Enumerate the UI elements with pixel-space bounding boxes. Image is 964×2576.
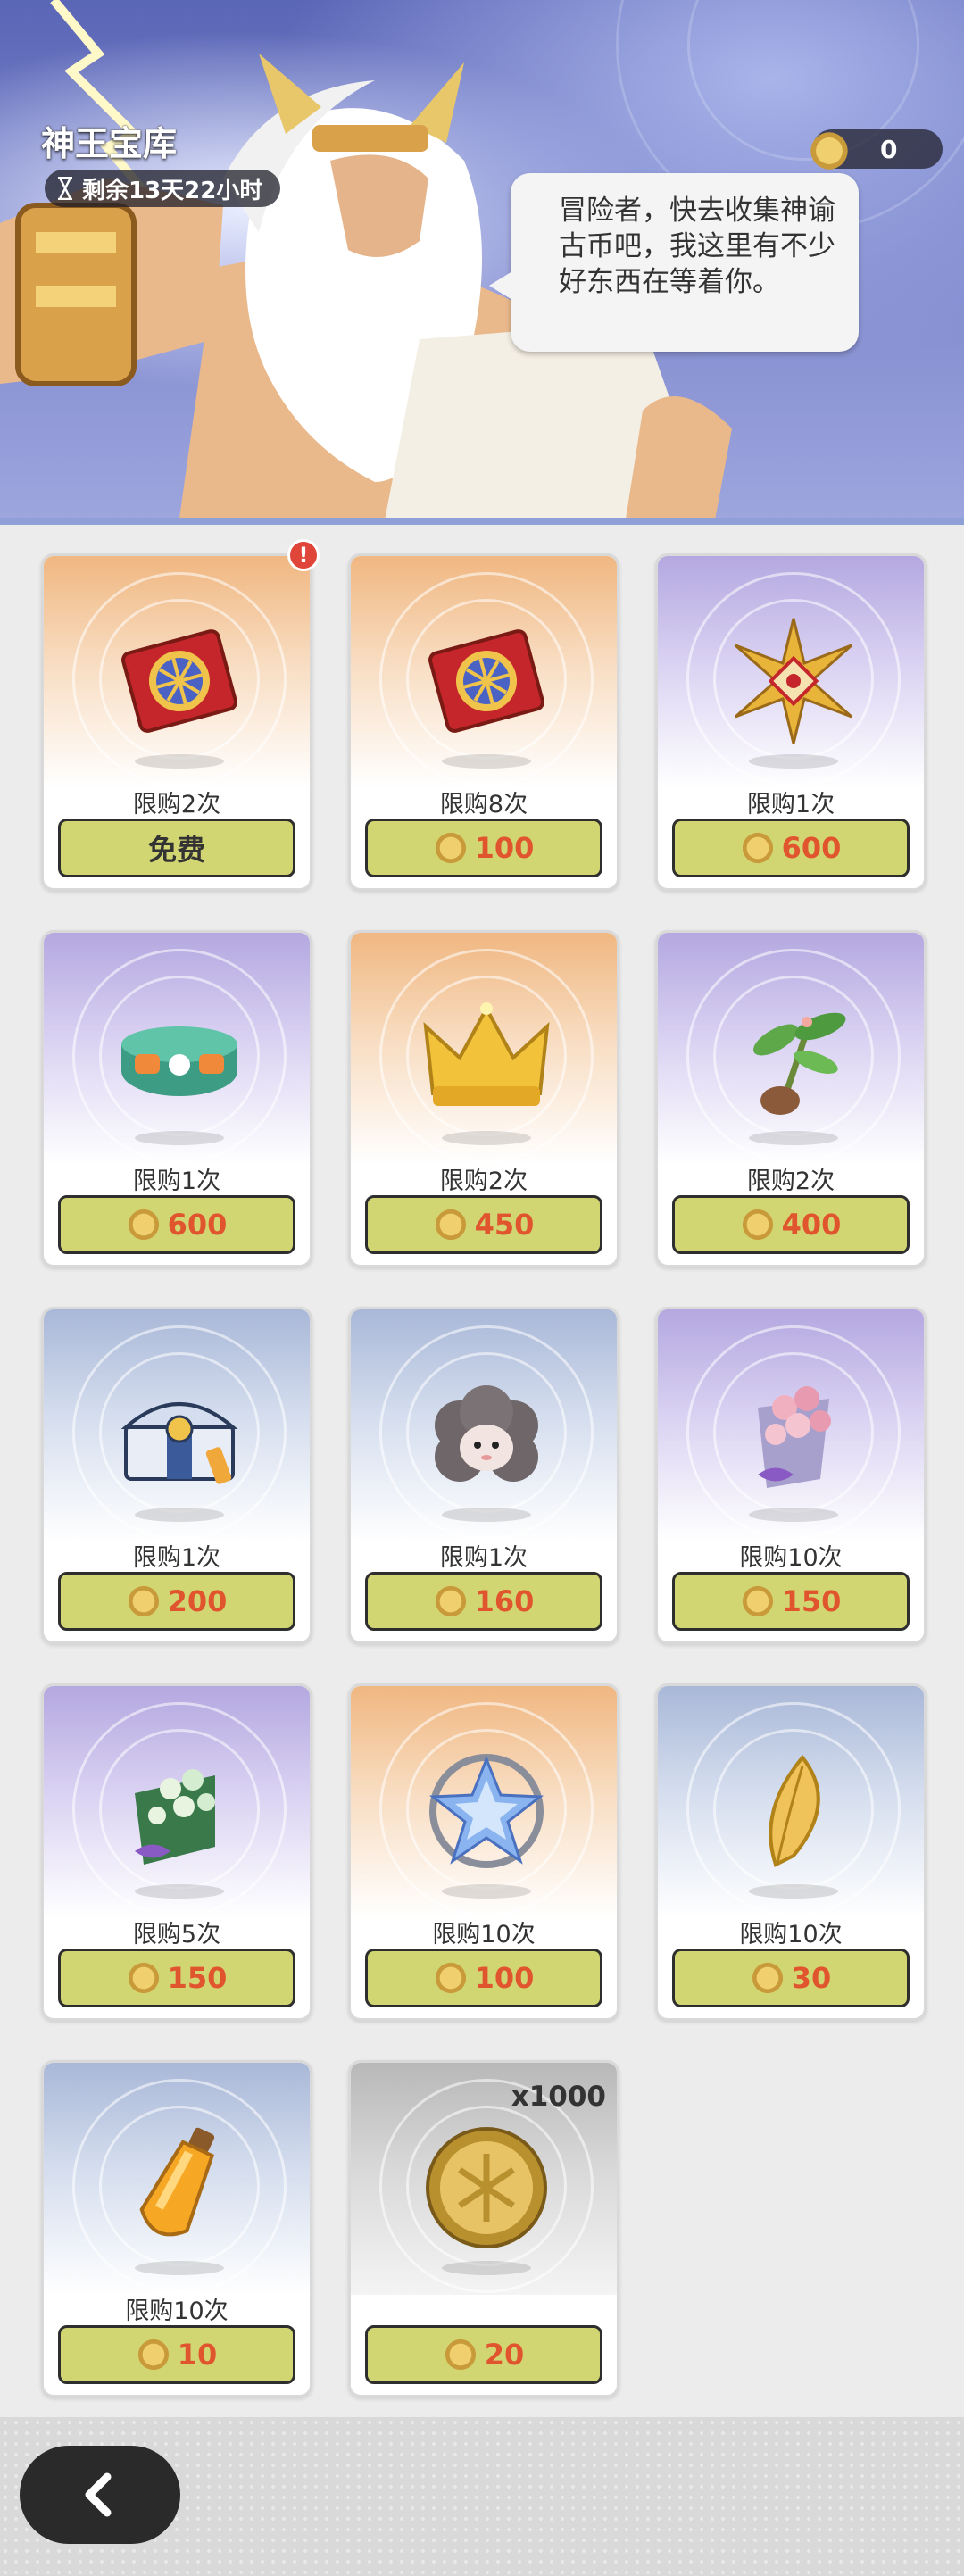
buy-button[interactable]: 150 xyxy=(58,1949,295,2007)
coin-icon xyxy=(435,832,466,864)
price-label: 450 xyxy=(474,1208,535,1242)
price-label: 免费 xyxy=(147,833,205,867)
shop-item-card[interactable]: 限购1次 600 xyxy=(41,930,312,1267)
ancient-coin-icon xyxy=(426,2127,547,2248)
alert-badge: ! xyxy=(287,539,320,571)
shop-item-card[interactable]: 限购1次 200 xyxy=(41,1307,312,1644)
purchase-limit: 限购2次 xyxy=(439,1168,528,1195)
shop-item-card[interactable]: 限购10次 150 xyxy=(655,1307,927,1644)
price-label: 600 xyxy=(167,1208,228,1242)
shop-item-card[interactable]: 限购10次 10 xyxy=(41,2060,312,2397)
coin-icon xyxy=(435,1585,466,1617)
purchase-limit: 限购10次 xyxy=(125,2298,229,2325)
price-label: 160 xyxy=(474,1584,535,1618)
shop-item-card[interactable]: 限购10次 100 xyxy=(348,1683,619,2021)
hourglass-icon xyxy=(58,177,72,200)
purchase-limit: 限购1次 xyxy=(132,1168,221,1195)
buy-button[interactable]: 200 xyxy=(58,1572,295,1631)
crown-icon xyxy=(423,1002,550,1106)
coin-icon xyxy=(128,1962,159,1994)
buy-button[interactable]: 10 xyxy=(58,2325,295,2384)
buy-button[interactable]: 600 xyxy=(672,819,910,877)
buy-button[interactable]: 600 xyxy=(58,1195,295,1254)
shop-item-card[interactable]: 限购8次 100 xyxy=(348,553,619,891)
price-label: 150 xyxy=(167,1961,228,1995)
bottom-bar xyxy=(0,2417,964,2576)
potion-vial-icon xyxy=(139,2127,215,2237)
coin-balance-value: 0 xyxy=(880,134,898,164)
event-timer: 剩余13天22小时 xyxy=(45,170,281,207)
purchase-limit: 限购10次 xyxy=(739,1921,843,1949)
ticket-icon xyxy=(121,629,237,733)
coin-icon xyxy=(137,2339,169,2371)
timer-text: 剩余13天22小时 xyxy=(82,177,263,204)
price-label: 150 xyxy=(781,1584,842,1618)
coin-icon xyxy=(810,132,848,170)
npc-speech-bubble: 冒险者，快去收集神谕古币吧，我这里有不少好东西在等着你。 xyxy=(489,173,859,352)
coin-icon xyxy=(435,1209,466,1241)
coin-icon xyxy=(742,1209,773,1241)
coin-icon xyxy=(742,832,773,864)
buy-button[interactable]: 400 xyxy=(672,1195,910,1254)
sapling-icon xyxy=(753,1012,846,1115)
buy-button[interactable]: 100 xyxy=(365,819,602,877)
shop-item-card[interactable]: 限购2次 400 xyxy=(655,930,927,1267)
purchase-limit: 限购10次 xyxy=(432,1921,536,1949)
sheep-plush-icon xyxy=(435,1385,538,1482)
shop-item-card[interactable]: x1000 20 xyxy=(348,2060,619,2397)
purchase-limit: 限购2次 xyxy=(132,791,221,819)
coin-icon xyxy=(128,1209,159,1241)
purchase-limit: 限购1次 xyxy=(746,791,835,819)
price-label: 600 xyxy=(781,831,842,865)
coin-icon xyxy=(445,2339,476,2371)
coin-icon xyxy=(752,1962,783,1994)
coin-icon xyxy=(128,1585,159,1617)
price-label: 10 xyxy=(177,2338,218,2372)
buy-button[interactable]: 160 xyxy=(365,1572,602,1631)
purchase-limit: 限购2次 xyxy=(746,1168,835,1195)
coin-balance[interactable]: 0 xyxy=(810,129,943,170)
ticket-icon xyxy=(428,629,544,733)
price-label: 30 xyxy=(791,1961,832,1995)
coin-icon xyxy=(435,1962,466,1994)
price-label: 20 xyxy=(484,2338,525,2372)
page-title: 神王宝库 xyxy=(41,124,178,163)
item-quantity: x1000 xyxy=(511,2081,606,2113)
treasure-chest-icon xyxy=(120,1402,238,1484)
banner: 神王宝库 剩余13天22小时 0 冒险者，快去收集神谕古币吧，我这里有不少好东西… xyxy=(0,0,964,525)
sun-emblem-icon xyxy=(735,618,852,744)
buy-button[interactable]: 450 xyxy=(365,1195,602,1254)
buy-button[interactable]: 100 xyxy=(365,1949,602,2007)
price-label: 200 xyxy=(167,1584,228,1618)
shop-item-card[interactable]: 限购10次 30 xyxy=(655,1683,927,2021)
price-label: 100 xyxy=(474,831,535,865)
price-label: 400 xyxy=(781,1208,842,1242)
buy-button[interactable]: 20 xyxy=(365,2325,602,2384)
purchase-limit: 限购1次 xyxy=(439,1544,528,1572)
purchase-limit: 限购10次 xyxy=(739,1544,843,1572)
cherry-bouquet-icon xyxy=(758,1386,831,1488)
shop-item-card[interactable]: 限购1次 160 xyxy=(348,1307,619,1644)
purchase-limit: 限购1次 xyxy=(132,1544,221,1572)
buy-button[interactable]: 30 xyxy=(672,1949,910,2007)
golden-leaf-icon xyxy=(769,1754,820,1867)
price-label: 100 xyxy=(474,1961,535,1995)
buy-button[interactable]: 150 xyxy=(672,1572,910,1631)
shop-item-card[interactable]: 限购2次 450 xyxy=(348,930,619,1267)
purchase-limit: 限购8次 xyxy=(439,791,528,819)
lily-bouquet-icon xyxy=(135,1769,215,1865)
npc-dialogue: 冒险者，快去收集神谕古币吧，我这里有不少好东西在等着你。 xyxy=(559,195,835,298)
ring-band-icon xyxy=(121,1026,237,1096)
chevron-left-icon xyxy=(85,2472,112,2517)
shop-item-card[interactable]: 限购2次 免费 xyxy=(41,553,312,891)
coin-icon xyxy=(742,1585,773,1617)
back-button[interactable] xyxy=(20,2446,180,2544)
claim-free-button[interactable]: 免费 xyxy=(58,819,295,877)
purchase-limit: 限购5次 xyxy=(132,1921,221,1949)
shop-item-card[interactable]: 限购5次 150 xyxy=(41,1683,312,2021)
shop-item-card[interactable]: 限购1次 600 xyxy=(655,553,927,891)
crystal-star-icon xyxy=(428,1754,544,1868)
